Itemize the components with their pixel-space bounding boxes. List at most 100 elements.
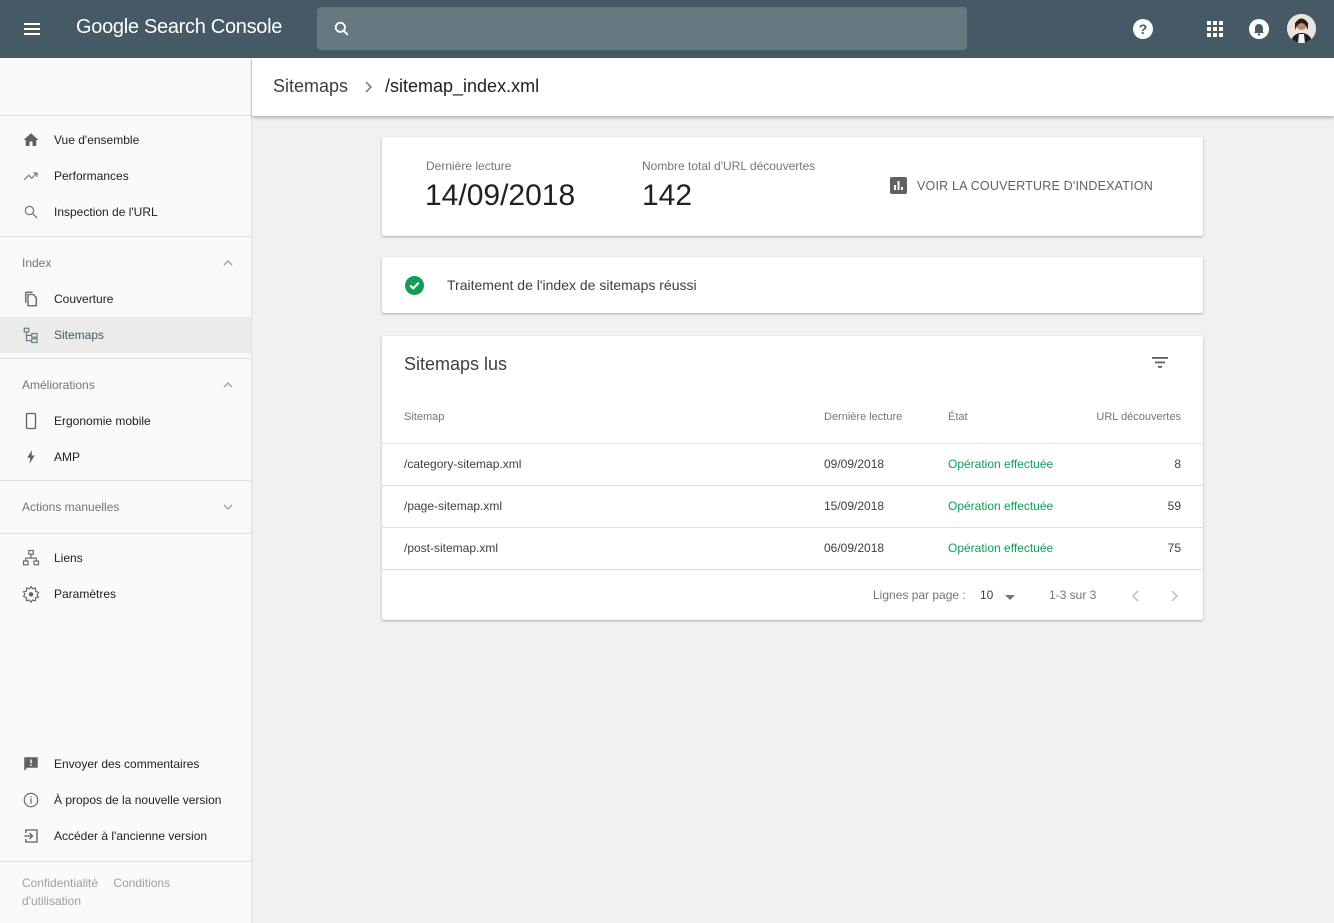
- sidebar-divider: [0, 533, 251, 534]
- feedback-icon: [24, 757, 38, 771]
- rows-per-page-label: Lignes par page :: [873, 588, 966, 602]
- trending-up-icon: [23, 172, 38, 181]
- filter-icon[interactable]: [1150, 352, 1170, 372]
- bar-chart-icon: [890, 177, 907, 194]
- sidebar-item-label: Vue d'ensemble: [54, 133, 140, 147]
- home-icon: [23, 133, 39, 146]
- next-page-button[interactable]: [1164, 586, 1184, 606]
- cell-urls: 59: [1167, 499, 1181, 513]
- sidebar-item-url-inspection[interactable]: Inspection de l'URL: [0, 194, 251, 230]
- last-read-label: Dernière lecture: [426, 159, 512, 173]
- section-label: Améliorations: [22, 378, 95, 392]
- status-message: Traitement de l'index de sitemaps réussi: [447, 277, 697, 293]
- view-coverage-button[interactable]: VOIR LA COUVERTURE D'INDEXATION: [890, 177, 1153, 194]
- cell-status: Opération effectuée: [948, 457, 1054, 471]
- sidebar-item-sitemaps[interactable]: Sitemaps: [0, 317, 251, 353]
- sidebar-divider: [0, 115, 251, 116]
- product-logo[interactable]: Google Search Console: [76, 16, 282, 39]
- sidebar-item-label: Paramètres: [54, 587, 117, 601]
- sidebar-section-enhancements[interactable]: Améliorations: [0, 367, 251, 403]
- rows-per-page-select[interactable]: 10: [980, 586, 1020, 606]
- sidebar-divider: [0, 861, 251, 862]
- sidebar-item-about-new-version[interactable]: À propos de la nouvelle version: [0, 782, 251, 818]
- search-icon: [334, 21, 349, 36]
- cell-sitemap: /category-sitemap.xml: [404, 457, 522, 471]
- privacy-link[interactable]: Confidentialité: [22, 876, 98, 890]
- sidebar-item-label: Sitemaps: [54, 328, 105, 342]
- pagination: Lignes par page : 10 1-3 sur 3: [382, 569, 1203, 620]
- sidebar-item-links[interactable]: Liens: [0, 540, 251, 576]
- sidebar-item-send-feedback[interactable]: Envoyer des commentaires: [0, 746, 251, 782]
- rows-per-page-value: 10: [980, 588, 994, 602]
- sidebar-footer: Confidentialité Conditions d'utilisation: [22, 874, 222, 910]
- check-circle-icon: [405, 276, 424, 295]
- sidebar-section-index[interactable]: Index: [0, 245, 251, 281]
- search-input[interactable]: [367, 7, 957, 50]
- sidebar-item-label: AMP: [54, 450, 81, 464]
- sidebar-item-coverage[interactable]: Couverture: [0, 281, 251, 317]
- status-card: Traitement de l'index de sitemaps réussi: [382, 257, 1203, 313]
- cell-urls: 8: [1174, 457, 1181, 471]
- sidebar-divider: [0, 480, 251, 481]
- cell-status: Opération effectuée: [948, 499, 1054, 513]
- table-row[interactable]: /page-sitemap.xml 15/09/2018 Opération e…: [382, 485, 1203, 527]
- sitemaps-table-card: Sitemaps lus Sitemap Dernière lecture Ét…: [382, 336, 1203, 620]
- cell-last-read: 15/09/2018: [824, 499, 885, 513]
- sidebar-nav: Vue d'ensemble Performances Inspection d…: [0, 58, 252, 923]
- cell-sitemap: /post-sitemap.xml: [404, 541, 499, 555]
- column-header-last-read[interactable]: Dernière lecture: [824, 411, 902, 423]
- exit-icon: [24, 829, 38, 843]
- menu-icon[interactable]: [20, 17, 44, 41]
- sitemap-icon: [23, 327, 38, 344]
- breadcrumb-parent[interactable]: Sitemaps: [273, 76, 348, 97]
- view-coverage-label: VOIR LA COUVERTURE D'INDEXATION: [917, 178, 1153, 193]
- links-icon: [22, 549, 40, 566]
- sidebar-item-overview[interactable]: Vue d'ensemble: [0, 122, 251, 158]
- sidebar-item-amp[interactable]: AMP: [0, 439, 251, 475]
- sidebar-section-manual-actions[interactable]: Actions manuelles: [0, 489, 251, 525]
- sidebar-item-label: Envoyer des commentaires: [54, 757, 200, 771]
- page-range: 1-3 sur 3: [1049, 588, 1097, 602]
- notifications-icon[interactable]: [1247, 17, 1271, 41]
- sidebar-item-label: Accéder à l'ancienne version: [54, 829, 208, 843]
- logo-google: Google: [76, 16, 139, 38]
- search-box[interactable]: [317, 7, 967, 50]
- help-icon[interactable]: ?: [1131, 17, 1155, 41]
- breadcrumb-current: /sitemap_index.xml: [385, 76, 540, 96]
- table-row[interactable]: /category-sitemap.xml 09/09/2018 Opérati…: [382, 443, 1203, 485]
- info-icon: [23, 792, 39, 808]
- column-header-sitemap[interactable]: Sitemap: [404, 411, 444, 423]
- dropdown-arrow-icon: [1005, 595, 1015, 600]
- sidebar-divider: [0, 236, 251, 237]
- summary-card: Dernière lecture 14/09/2018 Nombre total…: [382, 137, 1203, 236]
- logo-product: Search Console: [143, 16, 283, 38]
- cell-last-read: 06/09/2018: [824, 541, 885, 555]
- section-label: Index: [22, 256, 52, 270]
- avatar-image: [1287, 14, 1316, 43]
- chevron-right-icon: [365, 81, 373, 93]
- page-header: Sitemaps /sitemap_index.xml: [252, 58, 1334, 116]
- sidebar-item-label: Performances: [54, 169, 129, 183]
- previous-page-button[interactable]: [1126, 586, 1146, 606]
- cell-last-read: 09/09/2018: [824, 457, 885, 471]
- sidebar-item-settings[interactable]: Paramètres: [0, 576, 251, 612]
- account-avatar[interactable]: [1287, 14, 1316, 43]
- sidebar-item-label: Couverture: [54, 292, 114, 306]
- sidebar-item-old-version[interactable]: Accéder à l'ancienne version: [0, 818, 251, 854]
- bolt-icon: [27, 450, 35, 464]
- last-read-value: 14/09/2018: [425, 179, 576, 212]
- sidebar-item-performance[interactable]: Performances: [0, 158, 251, 194]
- column-header-status[interactable]: État: [948, 411, 968, 423]
- settings-icon: [22, 585, 40, 603]
- coverage-icon: [25, 291, 37, 307]
- column-header-urls[interactable]: URL découvertes: [1096, 411, 1181, 423]
- cell-status: Opération effectuée: [948, 541, 1054, 555]
- top-app-bar: Google Search Console ?: [0, 0, 1334, 58]
- section-label: Actions manuelles: [22, 500, 120, 514]
- table-row[interactable]: /post-sitemap.xml 06/09/2018 Opération e…: [382, 527, 1203, 569]
- table-title: Sitemaps lus: [404, 354, 508, 374]
- total-urls-label: Nombre total d'URL découvertes: [642, 159, 816, 173]
- total-urls-value: 142: [642, 179, 693, 212]
- apps-icon[interactable]: [1203, 17, 1227, 41]
- sidebar-item-mobile-usability[interactable]: Ergonomie mobile: [0, 403, 251, 439]
